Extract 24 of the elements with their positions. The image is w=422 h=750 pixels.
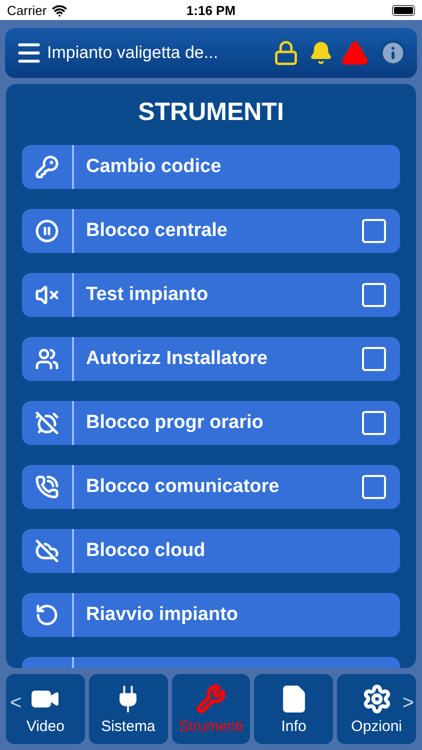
panel-title: STRUMENTI [138,98,284,127]
menu-row[interactable]: Blocco progr orario [22,401,400,445]
menu-label: Blocco centrale [86,220,228,242]
menu-label: Blocco cloud [86,540,206,562]
menu-label: Blocco progr orario [86,412,264,434]
menu-row[interactable]: Blocco comunicatore [22,465,400,509]
menu-row[interactable]: Blocco centrale [22,209,400,253]
menu-row[interactable]: Autorizz Installatore [22,337,400,381]
next-arrow[interactable]: > [402,692,414,715]
tab[interactable]: Info [254,674,334,744]
menu-row[interactable]: Cambio codice [22,145,400,189]
menu-label: Autorizz Installatore [86,348,269,370]
status-time: 1:16 PM [185,2,237,18]
tab[interactable]: Sistema [88,674,168,744]
carrier-label: Carrier [7,2,47,18]
menu-label: Test impianto [86,284,210,306]
menu-label: Cambio codice [86,156,222,178]
header-title: Impianto valigetta de... [47,43,220,63]
menu-label: Riavvio impianto [86,604,240,626]
menu-row[interactable]: Test impianto [22,273,400,317]
menu-label: Blocco comunicatore [86,476,280,498]
menu-row[interactable]: Riavvio impianto [22,593,400,637]
menu-row[interactable]: Blocco cloud [22,529,400,573]
previous-arrow[interactable]: < [10,692,22,715]
